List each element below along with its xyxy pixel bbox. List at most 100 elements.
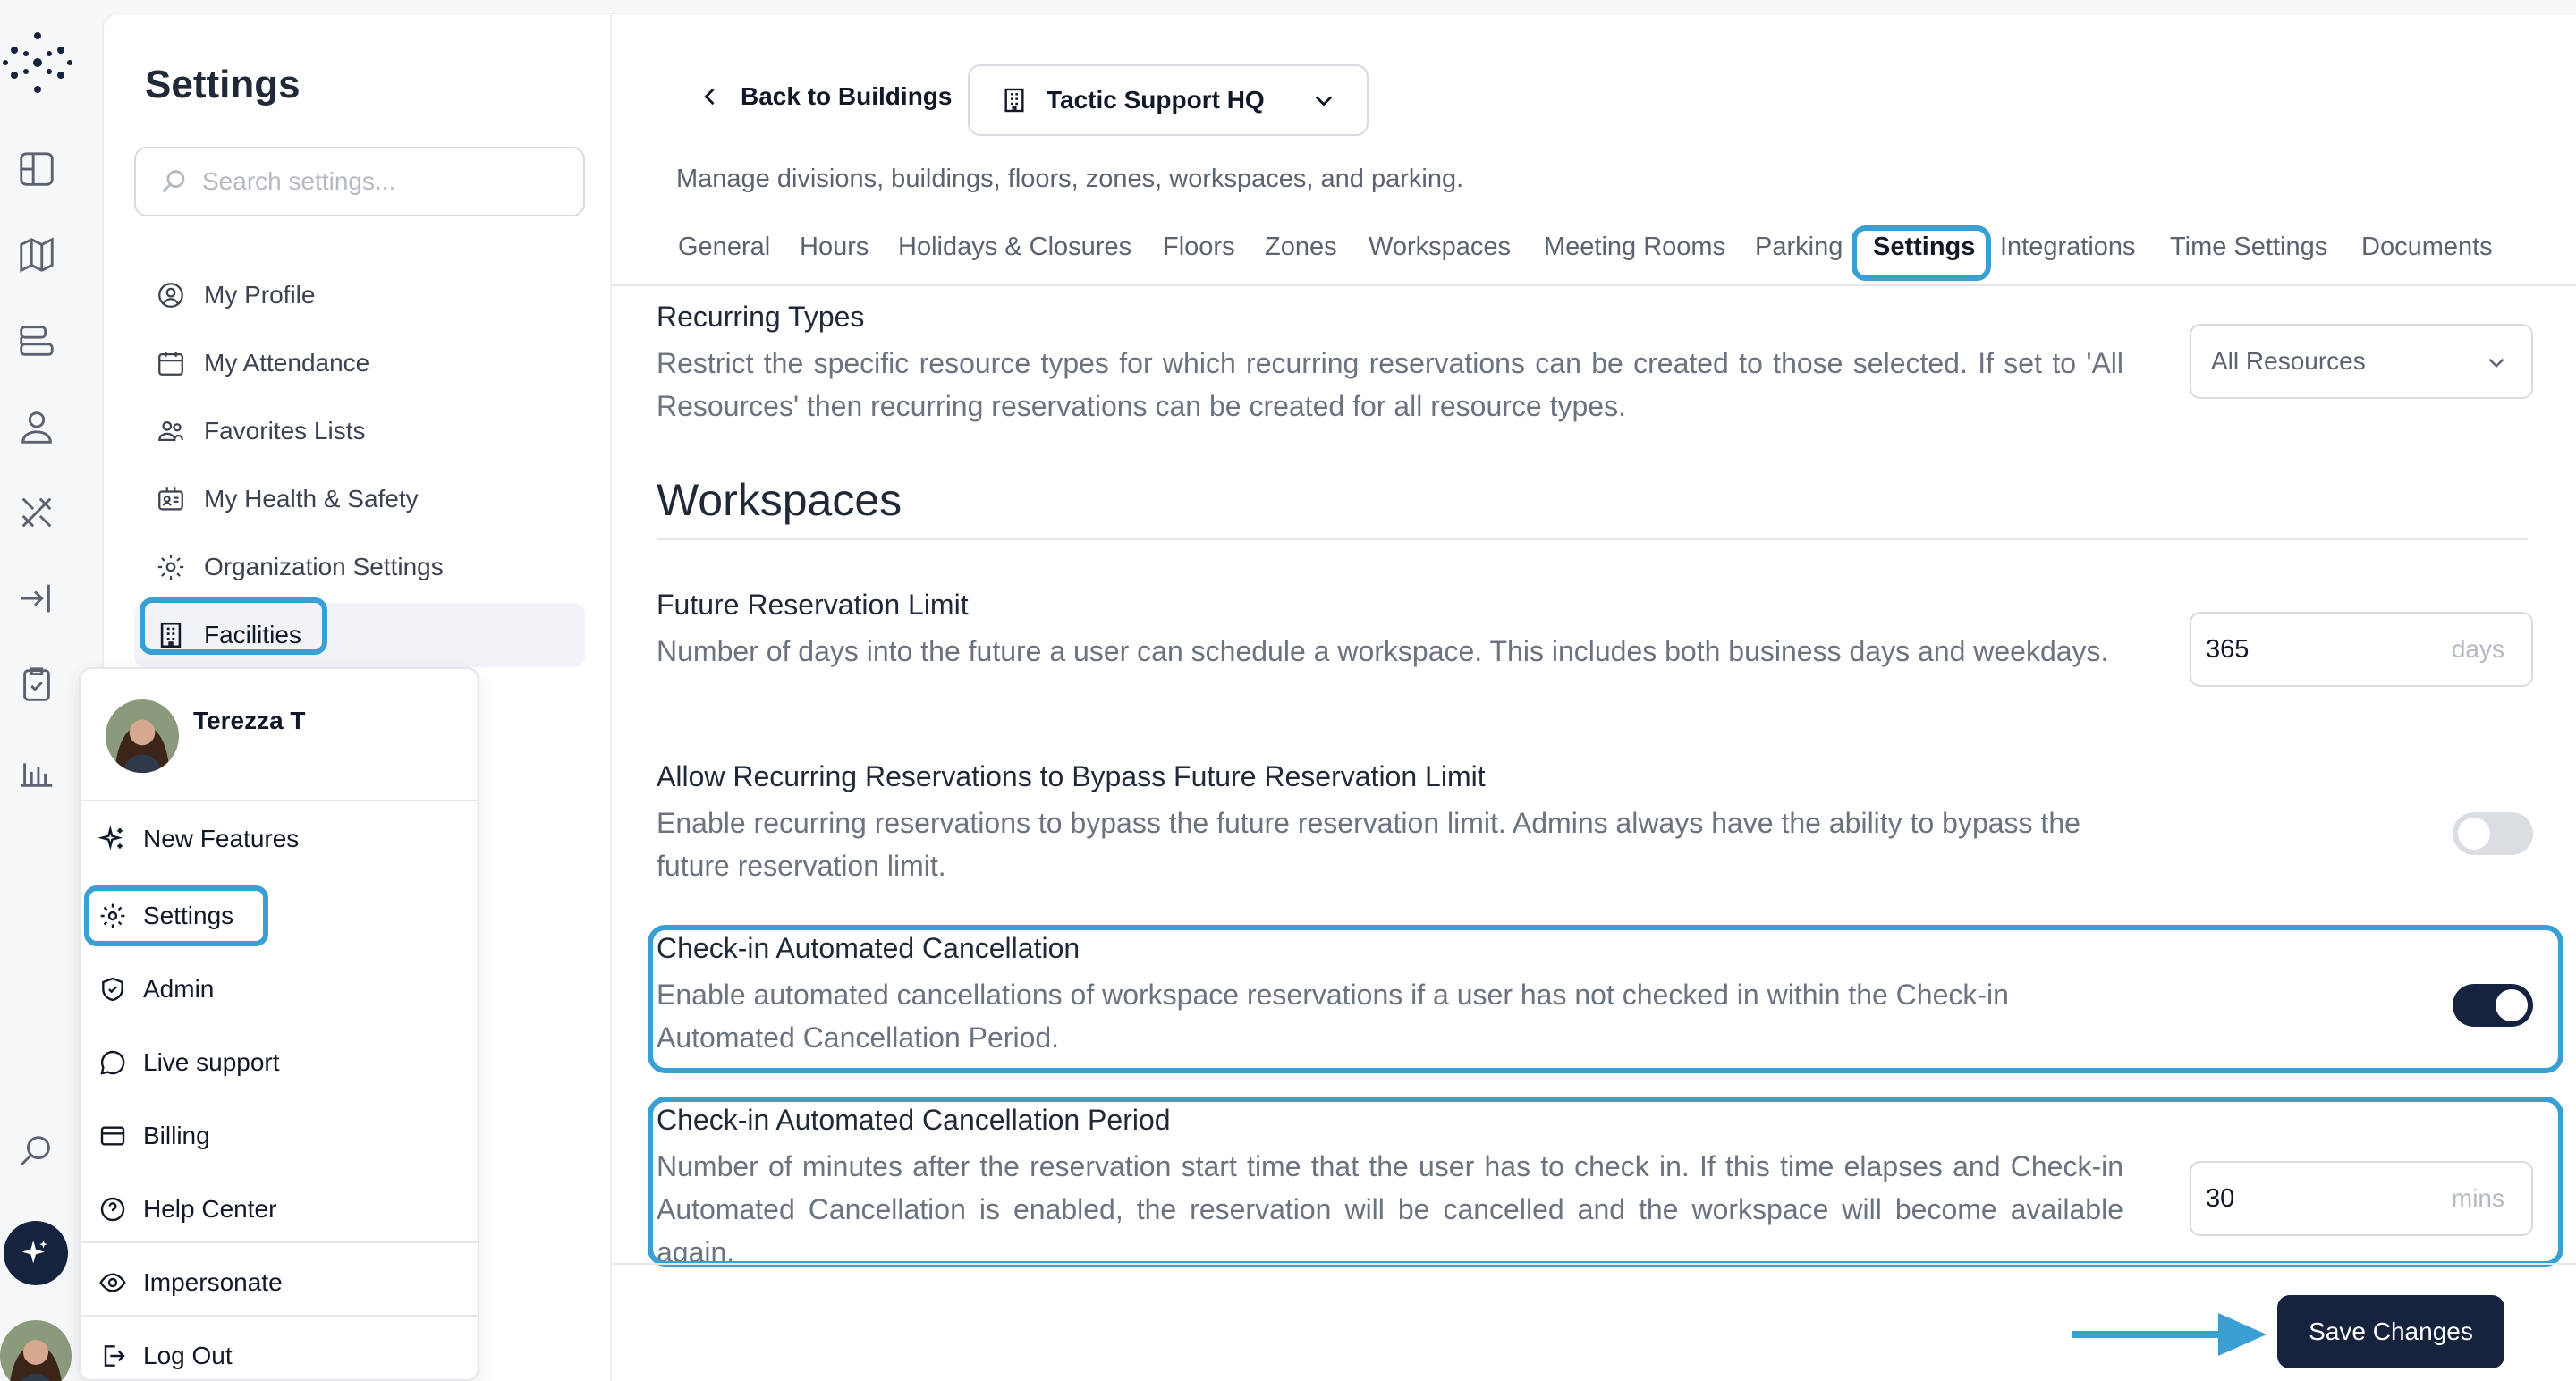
shield-icon: [102, 977, 123, 1002]
tools-icon[interactable]: [13, 488, 61, 537]
menu-item-billing[interactable]: Billing: [98, 1109, 210, 1163]
menu-item-label: Admin: [143, 975, 215, 1003]
page-subtitle: Manage divisions, buildings, floors, zon…: [676, 165, 1464, 193]
save-changes-button[interactable]: Save Changes: [2277, 1295, 2504, 1368]
menu-item-label: Billing: [143, 1122, 210, 1149]
tab-zones[interactable]: Zones: [1265, 233, 1337, 262]
menu-item-label: New Features: [143, 825, 300, 852]
tab-time-settings[interactable]: Time Settings: [2170, 233, 2327, 262]
cancel-period-highlight: [648, 1097, 2563, 1267]
settings-search-input[interactable]: [202, 167, 560, 196]
layout-icon[interactable]: [13, 145, 61, 193]
user-icon[interactable]: [13, 402, 61, 451]
sidebar-item-my-health-safety[interactable]: My Health & Safety: [134, 467, 585, 531]
tab-hours[interactable]: Hours: [800, 233, 869, 262]
id-card-icon: [158, 487, 183, 511]
tab-documents[interactable]: Documents: [2361, 233, 2493, 262]
avatar: [106, 699, 179, 773]
sidebar-title: Settings: [145, 63, 301, 106]
sparkle-icon: [21, 1240, 47, 1264]
tab-bar: General Hours Holidays & Closures Floors…: [612, 225, 2576, 286]
recurring-types-title: Recurring Types: [657, 301, 865, 333]
analytics-icon[interactable]: [13, 746, 61, 794]
main-content: Back to Buildings Tactic Support HQ Mana…: [612, 13, 2576, 1381]
resources-icon[interactable]: [13, 317, 61, 365]
building-name: Tactic Support HQ: [1046, 86, 1265, 114]
building-icon: [1004, 88, 1024, 113]
back-label: Back to Buildings: [741, 82, 953, 110]
chevron-left-icon: [704, 88, 715, 106]
user-menu-header: Terezza T: [80, 669, 478, 801]
menu-item-label: Log Out: [143, 1342, 233, 1369]
arrow-pointer-icon: [2072, 1313, 2267, 1356]
menu-item-impersonate[interactable]: Impersonate: [98, 1256, 283, 1309]
future-limit-unit: days: [2451, 635, 2504, 663]
future-limit-input[interactable]: [2206, 634, 2420, 665]
facilities-highlight: [140, 597, 327, 655]
chat-icon: [100, 1050, 125, 1075]
auto-cancel-highlight: [648, 925, 2563, 1073]
menu-item-label: Live support: [143, 1048, 280, 1076]
tab-workspaces[interactable]: Workspaces: [1368, 233, 1511, 262]
future-limit-desc: Number of days into the future a user ca…: [657, 635, 2109, 667]
tab-floors[interactable]: Floors: [1163, 233, 1235, 262]
eye-icon: [99, 1273, 126, 1292]
recurring-types-select[interactable]: All Resources: [2190, 324, 2533, 399]
back-to-buildings-link[interactable]: Back to Buildings: [698, 82, 952, 111]
building-select[interactable]: Tactic Support HQ: [968, 64, 1368, 136]
sidebar-item-organization-settings[interactable]: Organization Settings: [134, 535, 585, 599]
map-icon[interactable]: [13, 231, 61, 279]
search-icon[interactable]: [13, 1127, 61, 1175]
calendar-icon: [158, 352, 183, 376]
user-circle-icon: [158, 283, 183, 308]
sidebar-item-label: My Profile: [204, 281, 316, 309]
bypass-title: Allow Recurring Reservations to Bypass F…: [657, 760, 1486, 792]
bypass-desc: Enable recurring reservations to bypass …: [657, 807, 2080, 882]
user-name: Terezza T: [193, 707, 306, 734]
sign-in-icon[interactable]: [13, 574, 61, 623]
sidebar-item-label: Favorites Lists: [204, 417, 366, 445]
recurring-types-desc: Restrict the specific resource types for…: [657, 347, 2123, 422]
ai-assistant-button[interactable]: [4, 1221, 68, 1285]
menu-item-admin[interactable]: Admin: [98, 962, 214, 1016]
user-avatar[interactable]: [0, 1320, 72, 1381]
tab-general[interactable]: General: [678, 233, 770, 262]
recurring-types-value: All Resources: [2211, 347, 2366, 375]
sidebar-item-label: Organization Settings: [204, 553, 444, 580]
gear-icon: [157, 554, 184, 580]
bypass-toggle[interactable]: [2453, 812, 2533, 855]
menu-item-live-support[interactable]: Live support: [98, 1036, 280, 1089]
tab-holidays-closures[interactable]: Holidays & Closures: [898, 233, 1131, 262]
future-limit-title: Future Reservation Limit: [657, 589, 969, 621]
tab-meeting-rooms[interactable]: Meeting Rooms: [1544, 233, 1725, 262]
chevron-down-icon: [2488, 358, 2504, 369]
future-limit-field[interactable]: days: [2190, 612, 2533, 687]
menu-item-help-center[interactable]: Help Center: [98, 1182, 276, 1236]
tab-parking[interactable]: Parking: [1755, 233, 1843, 262]
tab-integrations[interactable]: Integrations: [2000, 233, 2136, 262]
sidebar-item-my-attendance[interactable]: My Attendance: [134, 331, 585, 395]
section-divider: [657, 538, 2528, 540]
sparkle-icon: [98, 825, 123, 851]
menu-item-log-out[interactable]: Log Out: [98, 1329, 233, 1381]
app-logo-icon[interactable]: [2, 27, 73, 98]
menu-item-label: Impersonate: [143, 1268, 283, 1296]
settings-tab-highlight: [1852, 225, 1991, 281]
footer-divider: [612, 1263, 2576, 1265]
credit-card-icon: [100, 1126, 125, 1146]
sidebar-item-label: My Health & Safety: [204, 485, 419, 513]
sidebar-item-label: My Attendance: [204, 349, 370, 377]
menu-item-new-features[interactable]: New Features: [98, 812, 299, 866]
sidebar-item-my-profile[interactable]: My Profile: [134, 263, 585, 327]
people-icon: [158, 420, 183, 442]
settings-search[interactable]: [134, 147, 585, 216]
menu-item-label: Help Center: [143, 1195, 277, 1223]
sidebar-item-favorites-lists[interactable]: Favorites Lists: [134, 399, 585, 463]
checklist-icon[interactable]: [13, 660, 61, 708]
help-icon: [100, 1197, 125, 1222]
menu-divider: [80, 1241, 478, 1243]
workspaces-heading: Workspaces: [657, 475, 902, 525]
chevron-down-icon: [1315, 96, 1333, 106]
user-menu-popup: Terezza T New Features Settings Admin Li…: [79, 667, 479, 1381]
menu-divider: [80, 1315, 478, 1317]
